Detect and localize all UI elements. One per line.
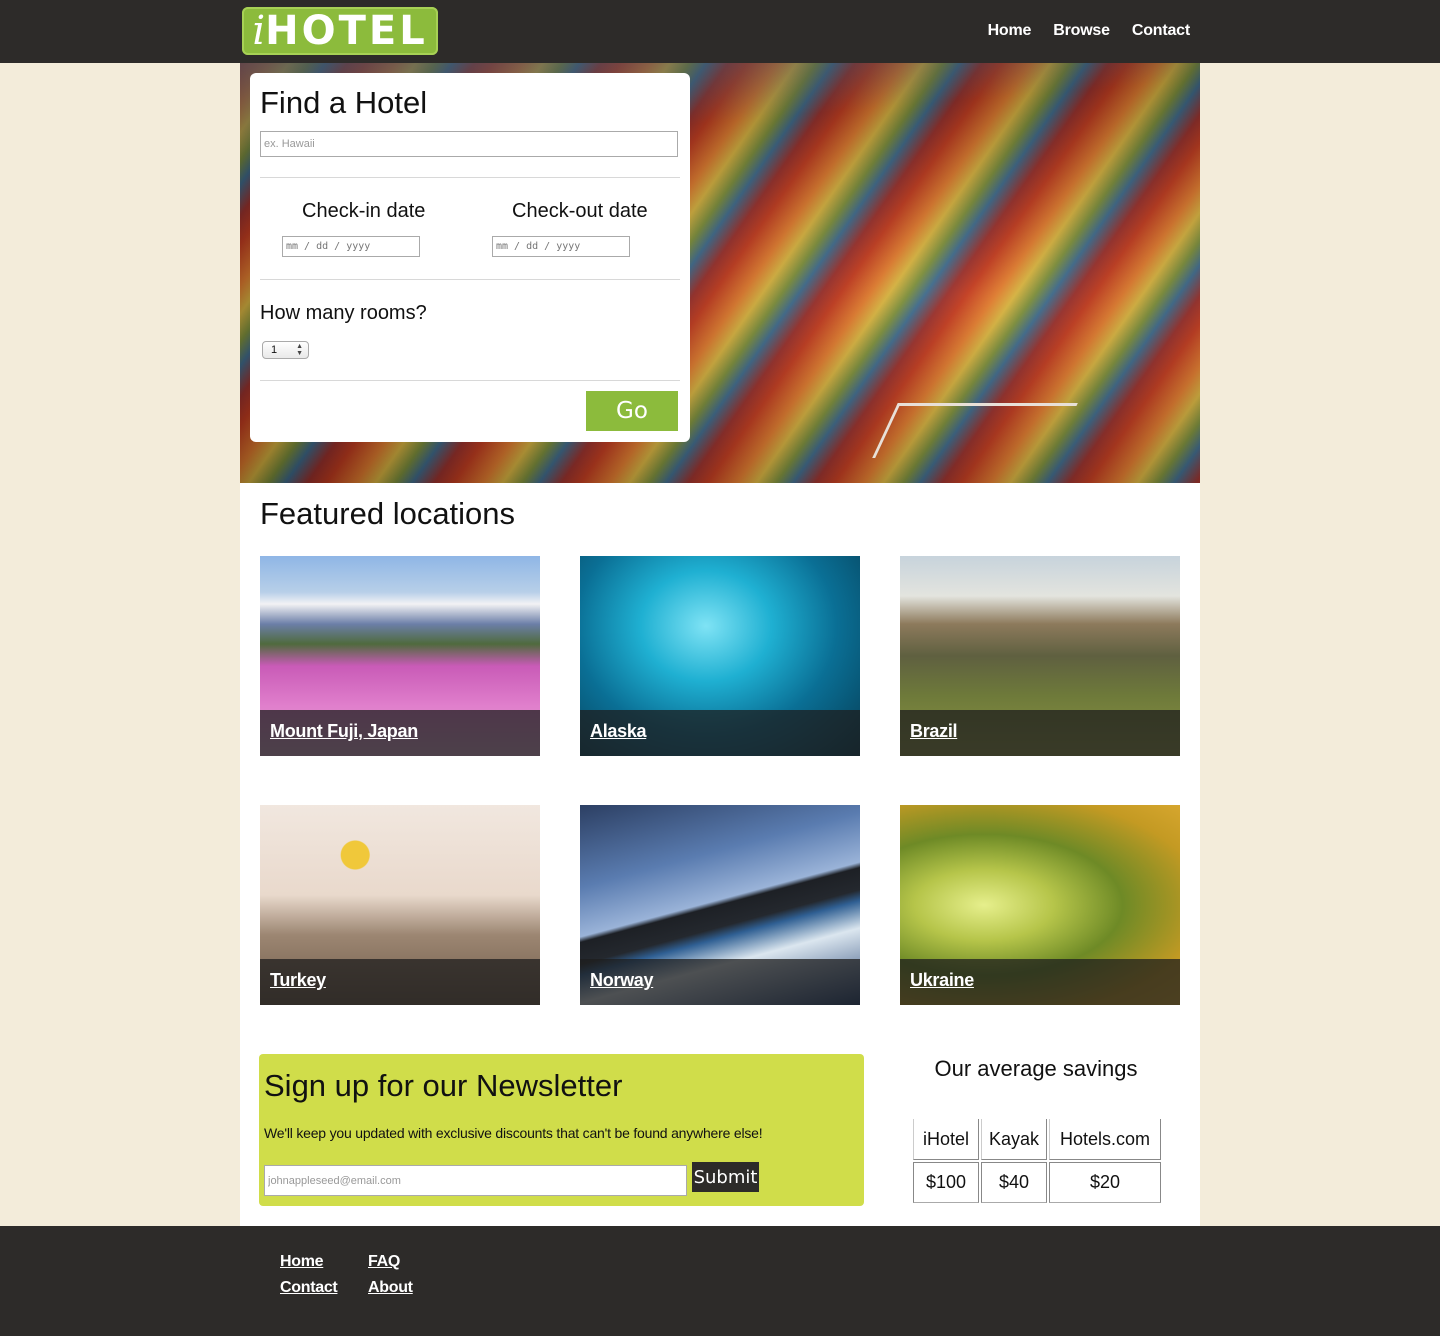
location-link[interactable]: Norway	[590, 970, 654, 991]
location-tile-turkey[interactable]: Turkey	[260, 805, 540, 1005]
location-tile-norway[interactable]: Norway	[580, 805, 860, 1005]
divider	[260, 279, 680, 280]
savings-table: iHotel Kayak Hotels.com $100 $40 $20	[911, 1117, 1163, 1205]
location-link[interactable]: Brazil	[910, 721, 958, 742]
search-title: Find a Hotel	[260, 85, 428, 120]
featured-title: Featured locations	[260, 496, 516, 531]
savings-title: Our average savings	[934, 1056, 1138, 1081]
newsletter-title: Sign up for our Newsletter	[264, 1068, 623, 1103]
hotel-search-card: Find a Hotel Check-in date Check-out dat…	[250, 73, 690, 442]
tile-caption: Norway	[580, 959, 860, 1005]
savings-header-cell: Kayak	[981, 1119, 1047, 1160]
tile-caption: Mount Fuji, Japan	[260, 710, 540, 756]
checkout-label: Check-out date	[512, 200, 648, 222]
rooms-select[interactable]: 1 ▲ ▼	[262, 341, 309, 359]
newsletter-box: Sign up for our Newsletter We'll keep yo…	[259, 1054, 864, 1206]
divider	[260, 177, 680, 178]
footer-contact-link[interactable]: Contact	[280, 1279, 368, 1297]
go-button[interactable]: Go	[586, 391, 678, 431]
tile-caption: Ukraine	[900, 959, 1180, 1005]
divider	[260, 380, 680, 381]
newsletter-submit-button[interactable]: Submit	[692, 1162, 759, 1192]
location-tile-brazil[interactable]: Brazil	[900, 556, 1180, 756]
ihotel-logo[interactable]: iHOTEL	[242, 7, 438, 55]
checkin-label: Check-in date	[302, 200, 426, 222]
footer-faq-link[interactable]: FAQ	[368, 1253, 428, 1271]
tile-caption: Alaska	[580, 710, 860, 756]
rooms-select-value: 1	[271, 344, 278, 356]
footer: Home FAQ Contact About	[0, 1226, 1440, 1336]
footer-home-link[interactable]: Home	[280, 1253, 368, 1271]
location-link[interactable]: Alaska	[590, 721, 647, 742]
savings-value-row: $100 $40 $20	[913, 1162, 1161, 1203]
checkin-date-input[interactable]	[282, 236, 420, 257]
rooms-label: How many rooms?	[260, 302, 427, 324]
location-tile-alaska[interactable]: Alaska	[580, 556, 860, 756]
footer-about-link[interactable]: About	[368, 1279, 428, 1297]
nav-contact-link[interactable]: Contact	[1132, 22, 1190, 40]
tile-caption: Brazil	[900, 710, 1180, 756]
location-link[interactable]: Ukraine	[910, 970, 974, 991]
logo-text: iHOTEL	[252, 8, 428, 54]
newsletter-description: We'll keep you updated with exclusive di…	[264, 1125, 763, 1141]
savings-header-cell: Hotels.com	[1049, 1119, 1161, 1160]
savings-value-cell: $40	[981, 1162, 1047, 1203]
top-navbar: iHOTEL Home Browse Contact	[0, 0, 1440, 63]
footer-links: Home FAQ Contact About	[280, 1253, 428, 1297]
savings-value-cell: $100	[913, 1162, 979, 1203]
newsletter-email-input[interactable]	[264, 1165, 687, 1196]
hero-banner: Find a Hotel Check-in date Check-out dat…	[240, 63, 1200, 483]
main-nav: Home Browse Contact	[988, 22, 1191, 40]
savings-header-row: iHotel Kayak Hotels.com	[913, 1119, 1161, 1160]
nav-home-link[interactable]: Home	[988, 22, 1032, 40]
main-content: Find a Hotel Check-in date Check-out dat…	[240, 63, 1200, 1226]
location-link[interactable]: Mount Fuji, Japan	[270, 721, 418, 742]
tile-caption: Turkey	[260, 959, 540, 1005]
checkout-date-input[interactable]	[492, 236, 630, 257]
destination-input[interactable]	[260, 131, 678, 157]
select-arrows-icon: ▲ ▼	[296, 343, 303, 357]
location-tile-ukraine[interactable]: Ukraine	[900, 805, 1180, 1005]
location-tile-mount-fuji[interactable]: Mount Fuji, Japan	[260, 556, 540, 756]
location-link[interactable]: Turkey	[270, 970, 326, 991]
hero-walkway-decoration	[872, 403, 1078, 458]
savings-header-cell: iHotel	[913, 1119, 979, 1160]
nav-browse-link[interactable]: Browse	[1053, 22, 1110, 40]
savings-value-cell: $20	[1049, 1162, 1161, 1203]
